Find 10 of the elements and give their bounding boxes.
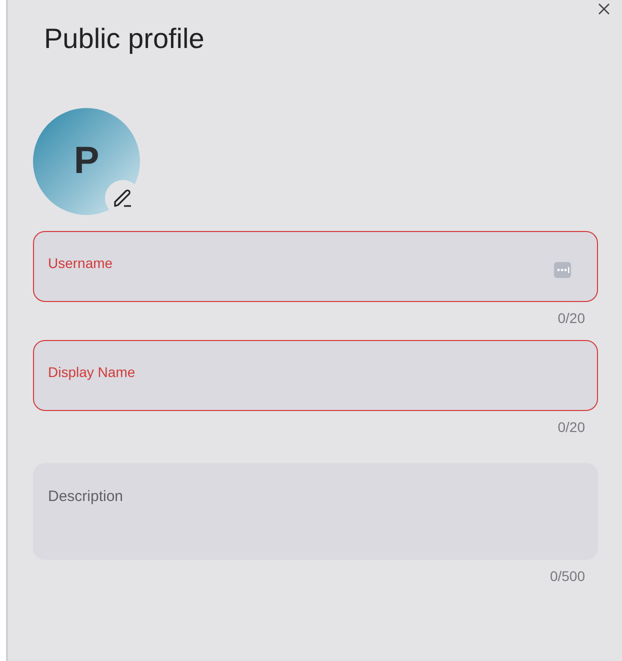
text-field[interactable]: Display Name	[33, 340, 598, 411]
text-field[interactable]: Username	[33, 231, 598, 302]
character-counter: 0/20	[558, 419, 585, 435]
character-counter: 0/20	[558, 310, 585, 326]
text-area[interactable]: Description	[33, 463, 598, 560]
close-button[interactable]	[597, 2, 611, 16]
close-icon	[598, 3, 610, 15]
character-counter: 0/500	[550, 568, 585, 584]
avatar-initial: P	[74, 140, 100, 183]
page-title: Public profile	[44, 22, 206, 56]
